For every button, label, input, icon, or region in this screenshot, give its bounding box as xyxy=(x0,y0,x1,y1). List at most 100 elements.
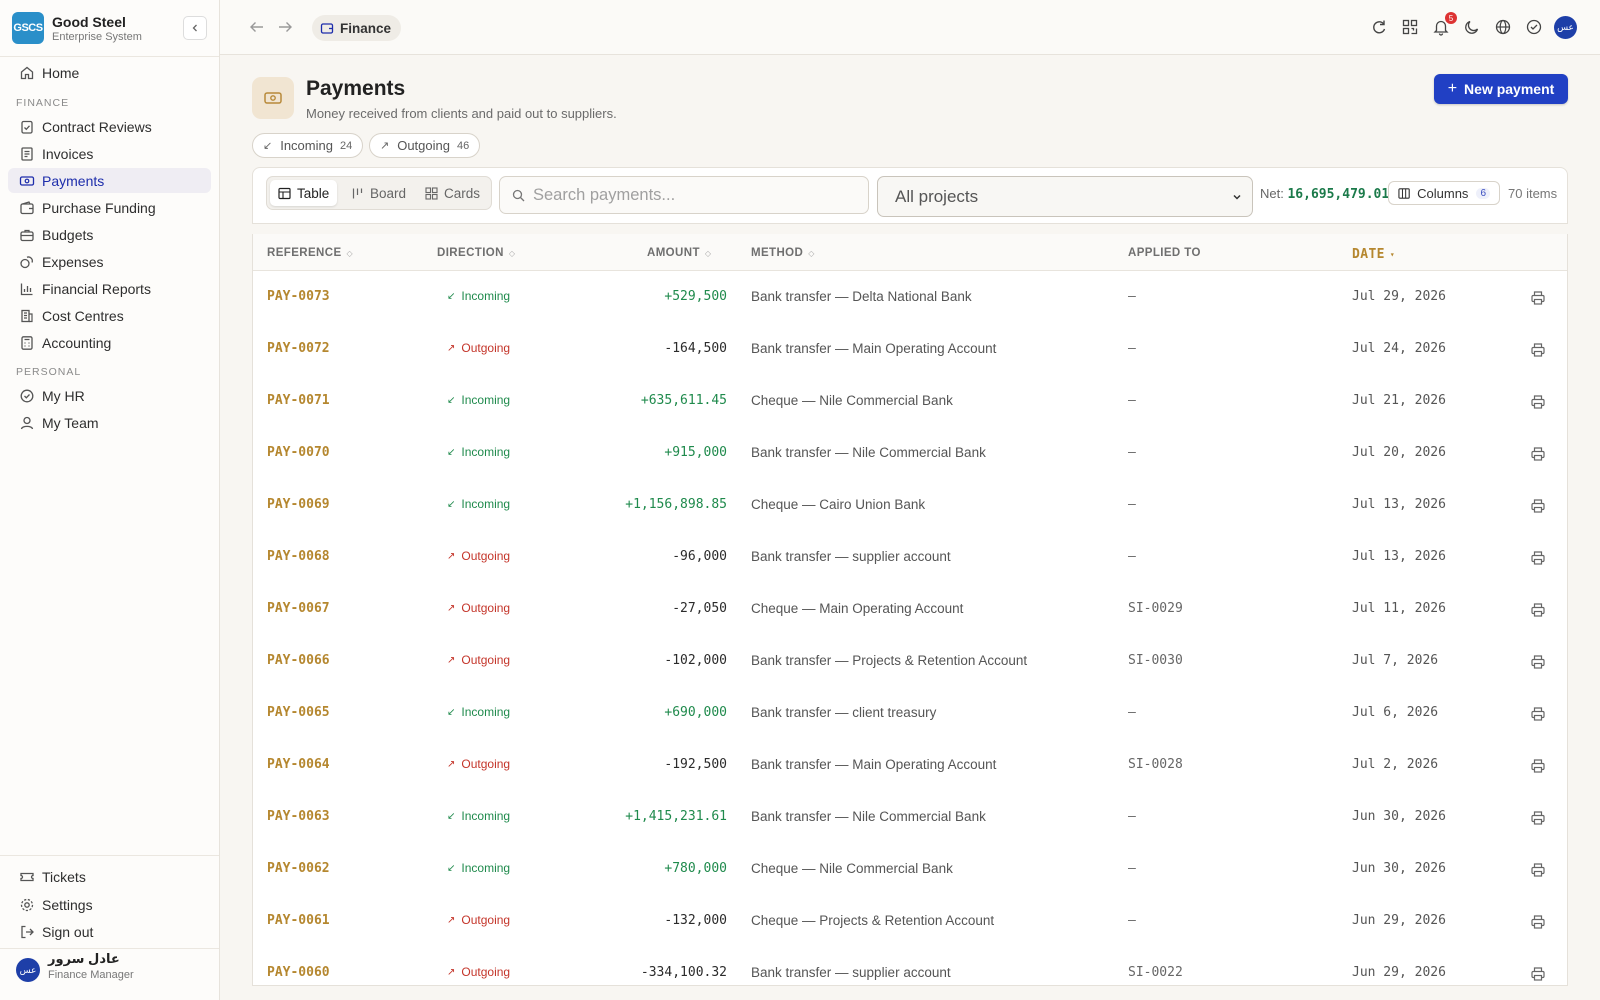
sort-icon: ◇ xyxy=(508,248,516,258)
sidebar-item-payments[interactable]: Payments xyxy=(8,168,211,193)
payment-reference[interactable]: PAY-0065 xyxy=(267,705,330,720)
payment-reference[interactable]: PAY-0063 xyxy=(267,809,330,824)
payment-reference[interactable]: PAY-0061 xyxy=(267,913,330,928)
column-amount[interactable]: AMOUNT ◇ xyxy=(647,247,711,259)
print-icon[interactable] xyxy=(1530,966,1546,982)
table-row[interactable]: PAY-0062 ↙ Incoming +780,000 Cheque — Nile C… xyxy=(253,843,1567,895)
table-row[interactable]: PAY-0063 ↙ Incoming +1,415,231.61 Bank trans… xyxy=(253,791,1567,843)
payment-reference[interactable]: PAY-0067 xyxy=(267,601,330,616)
sidebar-item-invoices[interactable]: Invoices xyxy=(8,141,211,166)
filter-outgoing[interactable]: ↗ Outgoing 46 xyxy=(369,133,481,158)
print-icon[interactable] xyxy=(1530,706,1546,722)
table-row[interactable]: PAY-0064 ↗ Outgoing -192,500 Bank transfer —… xyxy=(253,739,1567,791)
search-input[interactable] xyxy=(533,185,853,205)
payment-reference[interactable]: PAY-0069 xyxy=(267,497,330,512)
user-profile[interactable]: عس عادل سرور Finance Manager xyxy=(16,951,134,982)
sidebar-item-sign-out[interactable]: Sign out xyxy=(8,919,211,944)
sidebar-item-my-hr[interactable]: My HR xyxy=(8,383,211,408)
table-row[interactable]: PAY-0069 ↙ Incoming +1,156,898.85 Cheque — C… xyxy=(253,479,1567,531)
view-table-button[interactable]: Table xyxy=(270,180,338,206)
table-row[interactable]: PAY-0073 ↙ Incoming +529,500 Bank transfer —… xyxy=(253,271,1567,323)
globe-icon[interactable] xyxy=(1494,18,1512,36)
column-date[interactable]: DATE ▾ xyxy=(1352,247,1395,262)
table-row[interactable]: PAY-0072 ↗ Outgoing -164,500 Bank transfer —… xyxy=(253,323,1567,375)
table-row[interactable]: PAY-0070 ↙ Incoming +915,000 Bank transfer —… xyxy=(253,427,1567,479)
payment-date: Jul 13, 2026 xyxy=(1352,497,1446,512)
print-icon[interactable] xyxy=(1530,550,1546,566)
table-row[interactable]: PAY-0066 ↗ Outgoing -102,000 Bank transfer —… xyxy=(253,635,1567,687)
print-icon[interactable] xyxy=(1530,654,1546,670)
sidebar-item-expenses[interactable]: Expenses xyxy=(8,249,211,274)
sidebar-item-cost-centres[interactable]: Cost Centres xyxy=(8,303,211,328)
view-board-button[interactable]: Board xyxy=(343,180,414,206)
print-icon[interactable] xyxy=(1530,914,1546,930)
new-payment-button[interactable]: + New payment xyxy=(1434,74,1568,104)
avatar[interactable]: عس xyxy=(1554,16,1577,39)
payment-reference[interactable]: PAY-0071 xyxy=(267,393,330,408)
view-cards-button[interactable]: Cards xyxy=(417,180,488,206)
payment-direction: ↙ Incoming xyxy=(447,809,510,823)
table-row[interactable]: PAY-0060 ↗ Outgoing -334,100.32 Bank transfe… xyxy=(253,947,1567,985)
table-row[interactable]: PAY-0068 ↗ Outgoing -96,000 Bank transfer — … xyxy=(253,531,1567,583)
sidebar-item-financial-reports[interactable]: Financial Reports xyxy=(8,276,211,301)
payment-reference[interactable]: PAY-0060 xyxy=(267,965,330,980)
moon-icon[interactable] xyxy=(1463,18,1481,36)
payment-reference[interactable]: PAY-0072 xyxy=(267,341,330,356)
column-label: DIRECTION xyxy=(437,247,504,259)
print-icon[interactable] xyxy=(1530,810,1546,826)
forward-arrow-icon[interactable] xyxy=(276,18,294,36)
print-icon[interactable] xyxy=(1530,446,1546,462)
qr-code-icon[interactable] xyxy=(1401,18,1419,36)
payment-date: Jun 30, 2026 xyxy=(1352,861,1446,876)
column-method[interactable]: METHOD ◇ xyxy=(751,247,815,259)
payment-reference[interactable]: PAY-0064 xyxy=(267,757,330,772)
sidebar-item-accounting[interactable]: Accounting xyxy=(8,330,211,355)
brand[interactable]: GSCS Good Steel Enterprise System xyxy=(12,11,212,45)
print-icon[interactable] xyxy=(1530,498,1546,514)
payment-method: Bank transfer — Main Operating Account xyxy=(751,757,997,772)
sidebar-item-settings[interactable]: Settings xyxy=(8,892,211,917)
refresh-icon[interactable] xyxy=(1370,18,1388,36)
table-row[interactable]: PAY-0067 ↗ Outgoing -27,050 Cheque — Main Op… xyxy=(253,583,1567,635)
sidebar-item-home[interactable]: Home xyxy=(8,60,211,85)
payment-reference[interactable]: PAY-0062 xyxy=(267,861,330,876)
column-direction[interactable]: DIRECTION ◇ xyxy=(437,247,515,259)
project-select[interactable]: All projects xyxy=(877,176,1253,217)
check-circle-icon[interactable] xyxy=(1525,18,1543,36)
print-icon[interactable] xyxy=(1530,758,1546,774)
sidebar-item-label: Invoices xyxy=(42,145,94,162)
sidebar-item-contract-reviews[interactable]: Contract Reviews xyxy=(8,114,211,139)
payment-reference[interactable]: PAY-0073 xyxy=(267,289,330,304)
payment-date: Jun 29, 2026 xyxy=(1352,965,1446,980)
sidebar-item-purchase-funding[interactable]: Purchase Funding xyxy=(8,195,211,220)
collapse-sidebar-button[interactable] xyxy=(183,16,207,40)
table-row[interactable]: PAY-0071 ↙ Incoming +635,611.45 Cheque — Nil… xyxy=(253,375,1567,427)
sidebar-item-tickets[interactable]: Tickets xyxy=(8,864,211,889)
filter-incoming[interactable]: ↙ Incoming 24 xyxy=(252,133,364,158)
print-icon[interactable] xyxy=(1530,342,1546,358)
board-icon xyxy=(352,188,363,198)
sidebar-item-my-team[interactable]: My Team xyxy=(8,410,211,435)
columns-button[interactable]: Columns 6 xyxy=(1388,181,1500,205)
sidebar-item-label: Financial Reports xyxy=(42,280,151,297)
column-reference[interactable]: REFERENCE ◇ xyxy=(267,247,353,259)
breadcrumb[interactable]: Finance xyxy=(312,15,402,41)
avatar: عس xyxy=(16,958,40,982)
payment-date: Jul 13, 2026 xyxy=(1352,549,1446,564)
table-row[interactable]: PAY-0061 ↗ Outgoing -132,000 Cheque — Projec… xyxy=(253,895,1567,947)
arrow-down-left-icon: ↙ xyxy=(447,290,456,302)
arrow-up-right-icon: ↗ xyxy=(447,550,456,562)
arrow-down-left-icon: ↙ xyxy=(447,394,456,406)
table-row[interactable]: PAY-0065 ↙ Incoming +690,000 Bank transfer —… xyxy=(253,687,1567,739)
payment-reference[interactable]: PAY-0066 xyxy=(267,653,330,668)
sidebar-item-budgets[interactable]: Budgets xyxy=(8,222,211,247)
print-icon[interactable] xyxy=(1530,862,1546,878)
payment-reference[interactable]: PAY-0070 xyxy=(267,445,330,460)
columns-count: 6 xyxy=(1476,187,1490,199)
print-icon[interactable] xyxy=(1530,290,1546,306)
payment-reference[interactable]: PAY-0068 xyxy=(267,549,330,564)
print-icon[interactable] xyxy=(1530,602,1546,618)
back-arrow-icon[interactable] xyxy=(248,18,266,36)
print-icon[interactable] xyxy=(1530,394,1546,410)
payment-method: Bank transfer — Nile Commercial Bank xyxy=(751,445,986,460)
